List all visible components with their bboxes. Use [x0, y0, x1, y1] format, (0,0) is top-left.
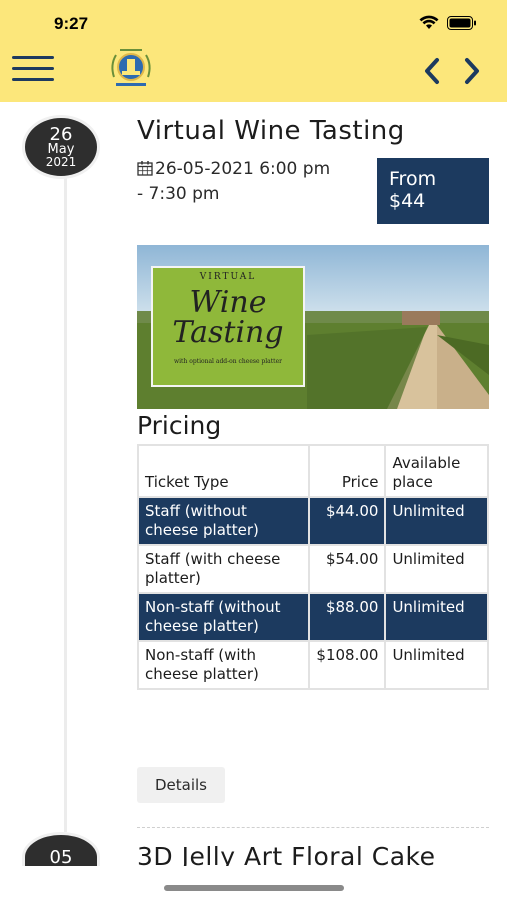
- status-icons: [419, 15, 477, 30]
- ticket-type-cell: Non-staff (without cheese platter): [136, 592, 311, 642]
- details-button[interactable]: Details: [137, 767, 225, 803]
- table-row: Staff (without cheese platter) $44.00 Un…: [136, 496, 489, 546]
- ticket-availability-cell: Unlimited: [384, 640, 489, 690]
- wine-card-title-1: Wine: [189, 285, 267, 320]
- event-divider: [137, 827, 489, 828]
- event-date-day: 05: [49, 847, 73, 868]
- ticket-price-cell: $108.00: [308, 640, 387, 690]
- organization-logo: [106, 47, 156, 89]
- ticket-availability-cell: Unlimited: [384, 496, 489, 546]
- table-header-row: Ticket Type Price Available place: [136, 444, 489, 498]
- pricing-heading: Pricing: [137, 411, 222, 440]
- ticket-type-cell: Staff (without cheese platter): [136, 496, 311, 546]
- price-from-badge: From $44: [377, 158, 489, 224]
- event-title[interactable]: Virtual Wine Tasting: [137, 116, 405, 146]
- app-header: [0, 44, 507, 102]
- ticket-type-cell: Non-staff (with cheese platter): [136, 640, 311, 690]
- chevron-left-icon[interactable]: [419, 56, 445, 86]
- table-row: Staff (with cheese platter) $54.00 Unlim…: [136, 544, 489, 594]
- wine-card-title-2: Tasting: [172, 315, 284, 350]
- wine-card-subtitle: with optional add-on cheese platter: [173, 358, 282, 365]
- chevron-right-icon[interactable]: [459, 56, 485, 86]
- table-row: Non-staff (with cheese platter) $108.00 …: [136, 640, 489, 690]
- ticket-availability-cell: Unlimited: [384, 592, 489, 642]
- event-banner-image: VIRTUAL Wine Tasting with optional add-o…: [137, 245, 489, 409]
- event-datetime-start: 26-05-2021 6:00 pm: [155, 159, 331, 179]
- event-date-badge: 26 May 2021: [22, 115, 100, 179]
- col-header-available-place: Available place: [384, 444, 489, 498]
- table-row: Non-staff (without cheese platter) $88.0…: [136, 592, 489, 642]
- ticket-price-cell: $54.00: [308, 544, 387, 594]
- price-from-label: From: [389, 168, 437, 190]
- price-from-value: $44: [389, 190, 426, 212]
- hamburger-menu-icon[interactable]: [12, 56, 54, 86]
- col-header-price: Price: [308, 444, 387, 498]
- wifi-icon: [419, 15, 439, 30]
- event-datetime-end: - 7:30 pm: [137, 184, 220, 204]
- event-datetime: 26-05-2021 6:00 pm - 7:30 pm: [137, 158, 362, 206]
- timeline-line: [64, 172, 67, 832]
- ticket-price-cell: $44.00: [308, 496, 387, 546]
- wine-card-top-text: VIRTUAL: [199, 272, 257, 282]
- event-date-year: 2021: [45, 155, 77, 169]
- bottom-area: [0, 866, 507, 900]
- home-indicator[interactable]: [164, 885, 344, 891]
- calendar-icon: [137, 160, 153, 183]
- ticket-availability-cell: Unlimited: [384, 544, 489, 594]
- battery-icon: [447, 15, 477, 30]
- status-time: 9:27: [54, 14, 89, 33]
- status-bar: 9:27: [0, 0, 507, 44]
- ticket-price-cell: $88.00: [308, 592, 387, 642]
- wine-tasting-card: VIRTUAL Wine Tasting with optional add-o…: [151, 266, 305, 387]
- ticket-type-cell: Staff (with cheese platter): [136, 544, 311, 594]
- col-header-ticket-type: Ticket Type: [136, 444, 311, 498]
- pricing-table: Ticket Type Price Available place Staff (…: [136, 444, 489, 690]
